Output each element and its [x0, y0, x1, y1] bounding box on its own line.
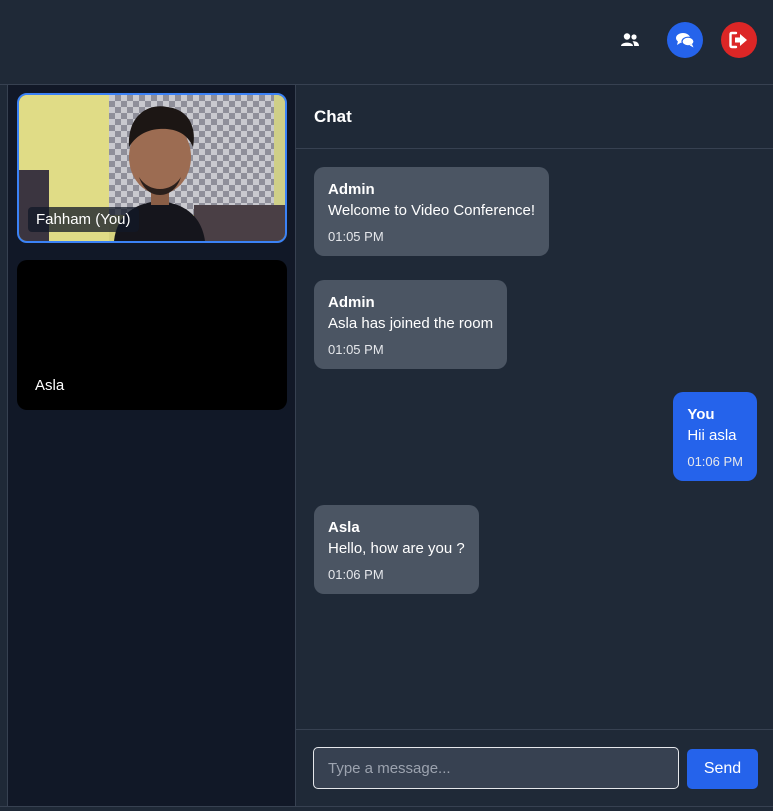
message-input[interactable] [313, 747, 679, 789]
chat-toggle-button[interactable] [667, 22, 703, 58]
message-time: 01:06 PM [687, 454, 743, 469]
video-tile-remote[interactable]: Asla [17, 260, 287, 410]
chat-title: Chat [296, 85, 773, 149]
side-strip [0, 85, 8, 811]
message-composer: Send [296, 729, 773, 806]
video-grid: Fahham (You) Asla [8, 85, 295, 806]
message-text: Welcome to Video Conference! [328, 202, 536, 219]
bottom-edge [0, 806, 773, 811]
message-time: 01:05 PM [328, 229, 384, 244]
message-list: Admin Welcome to Video Conference! 01:05… [296, 149, 773, 729]
message-bubble: Admin Asla has joined the room 01:05 PM [314, 280, 508, 369]
message-text: Hello, how are you ? [328, 540, 465, 557]
message-time: 01:06 PM [328, 567, 384, 582]
chat-panel: Chat Admin Welcome to Video Conference! … [295, 85, 773, 806]
top-bar [0, 0, 773, 85]
message-bubble: Admin Welcome to Video Conference! 01:05… [314, 167, 550, 256]
message-sender: You [687, 406, 715, 423]
participants-button[interactable] [612, 22, 648, 58]
users-icon [621, 33, 639, 46]
message-bubble: Asla Hello, how are you ? 01:06 PM [314, 505, 479, 594]
message-sender: Asla [328, 519, 360, 536]
video-tile-self[interactable]: Fahham (You) [17, 93, 287, 243]
message-text: Asla has joined the room [328, 315, 494, 332]
send-button[interactable]: Send [687, 749, 758, 789]
sign-out-icon [729, 31, 747, 49]
message-time: 01:05 PM [328, 342, 384, 357]
message-sender: Admin [328, 294, 375, 311]
leave-room-button[interactable] [721, 22, 757, 58]
message-sender: Admin [328, 181, 375, 198]
message-text: Hii asla [687, 427, 737, 444]
message-bubble-own: You Hii asla 01:06 PM [673, 392, 757, 481]
chat-bubbles-icon [676, 33, 695, 48]
participant-name-remote: Asla [35, 377, 65, 394]
participant-name-self: Fahham (You) [28, 207, 139, 232]
